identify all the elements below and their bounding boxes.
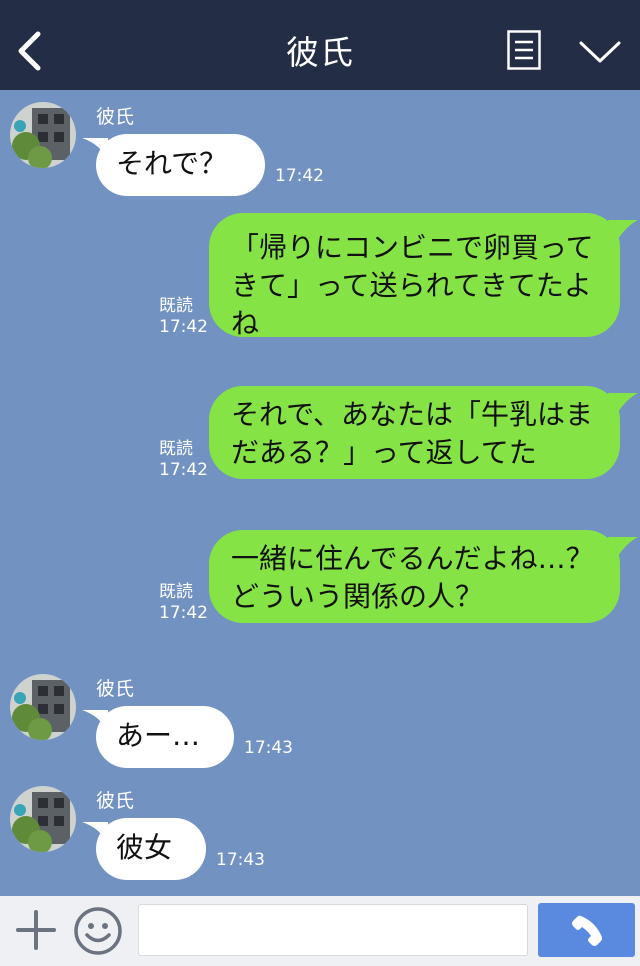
message-text: それで？ [116, 147, 228, 180]
chevron-down-icon[interactable] [578, 38, 622, 66]
read-receipt: 既読 [159, 582, 193, 602]
message-text: あー… [116, 719, 201, 752]
avatar[interactable] [10, 102, 76, 168]
bubble-tail [608, 393, 638, 415]
read-receipt: 既読 [159, 439, 193, 459]
message-time: 17:43 [216, 850, 265, 870]
chat-title: 彼氏 [286, 33, 354, 72]
bubble-tail [608, 537, 638, 559]
chat-header: 彼氏 [0, 0, 640, 90]
phone-icon [572, 915, 602, 946]
avatar[interactable] [10, 786, 76, 852]
plus-icon[interactable] [15, 909, 57, 951]
bubble-tail [608, 220, 638, 242]
message-bubble[interactable]: 一緒に住んでるんだよね…？どういう関係の人？ [209, 530, 620, 623]
message-text: 一緒に住んでるんだよね…？どういう関係の人？ [231, 542, 594, 613]
smiley-icon[interactable] [73, 906, 123, 956]
message-time: 17:43 [244, 738, 293, 758]
sender-name: 彼氏 [96, 790, 135, 812]
call-button[interactable] [538, 903, 635, 957]
message-bubble[interactable]: それで？ [96, 134, 265, 196]
message-bubble[interactable]: 「帰りにコンビニで卵買ってきて」って送られてきてたよね [209, 213, 620, 340]
sender-name: 彼氏 [96, 106, 135, 128]
sender-name: 彼氏 [96, 678, 135, 700]
read-receipt: 既読 [159, 296, 193, 316]
note-list-icon[interactable] [507, 30, 541, 70]
message-bubble[interactable]: 彼女 [96, 818, 206, 880]
message-time: 17:42 [159, 317, 208, 337]
message-time: 17:42 [159, 460, 208, 480]
message-text: 「帰りにコンビニで卵買ってきて」って送られてきてたよね [231, 231, 594, 340]
message-text: それで、あなたは「牛乳はまだある？」って返してた [231, 398, 594, 469]
message-bubble[interactable]: あー… [96, 706, 234, 768]
message-time: 17:42 [159, 603, 208, 623]
avatar[interactable] [10, 674, 76, 740]
message-text: 彼女 [116, 831, 173, 864]
message-input[interactable] [138, 904, 528, 956]
message-time: 17:42 [275, 166, 324, 186]
message-bubble[interactable]: それで、あなたは「牛乳はまだある？」って返してた [209, 386, 620, 479]
